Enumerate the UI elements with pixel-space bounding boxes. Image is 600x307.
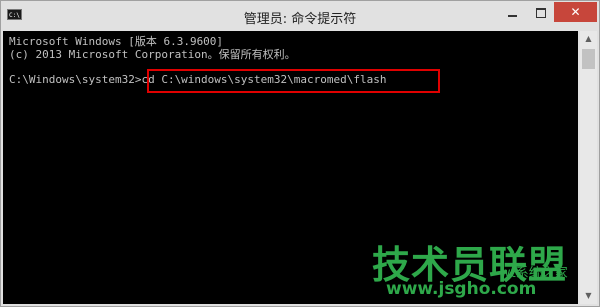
- vertical-scrollbar[interactable]: ▲ ▼: [580, 31, 597, 304]
- minimize-icon: [507, 14, 517, 17]
- maximize-button[interactable]: [527, 2, 554, 22]
- scroll-down-arrow-icon[interactable]: ▼: [580, 288, 597, 304]
- console-line-copyright: (c) 2013 Microsoft Corporation。保留所有权利。: [9, 48, 296, 61]
- command-highlight-box: [147, 69, 440, 93]
- title-bar[interactable]: C:\ 管理员: 命令提示符 ✕: [1, 1, 599, 31]
- close-button[interactable]: ✕: [554, 2, 597, 22]
- minimize-button[interactable]: [497, 2, 527, 22]
- scroll-thumb[interactable]: [582, 49, 595, 69]
- scroll-up-arrow-icon[interactable]: ▲: [580, 31, 597, 47]
- close-icon: ✕: [570, 5, 581, 19]
- watermark-url: www.jsgho.com: [386, 279, 537, 299]
- maximize-icon: [535, 7, 546, 18]
